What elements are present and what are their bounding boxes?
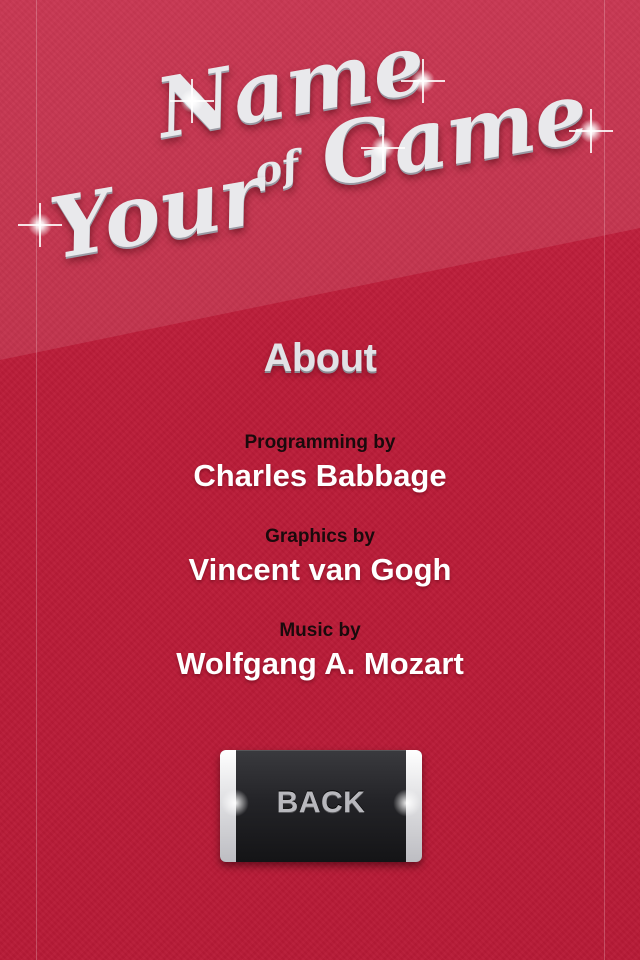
sparkle-icon [410,68,436,94]
sparkle-icon [370,135,396,161]
about-title: About [263,336,377,380]
game-logo: Name of Your Game [0,0,640,320]
credit-name-music: Wolfgang A. Mozart [176,646,464,681]
sparkle-icon [578,118,604,144]
credit-name-programming: Charles Babbage [193,458,447,493]
credit-name-graphics: Vincent van Gogh [188,552,452,587]
back-button-label: BACK [276,786,366,819]
sparkle-icon [179,88,205,114]
credit-role-graphics: Graphics by [265,526,375,547]
credit-role-music: Music by [279,620,361,641]
sparkle-icon [27,212,53,238]
back-button[interactable]: BACK [220,750,422,862]
credit-role-programming: Programming by [244,432,396,453]
logo-word-your: Your [43,143,272,279]
